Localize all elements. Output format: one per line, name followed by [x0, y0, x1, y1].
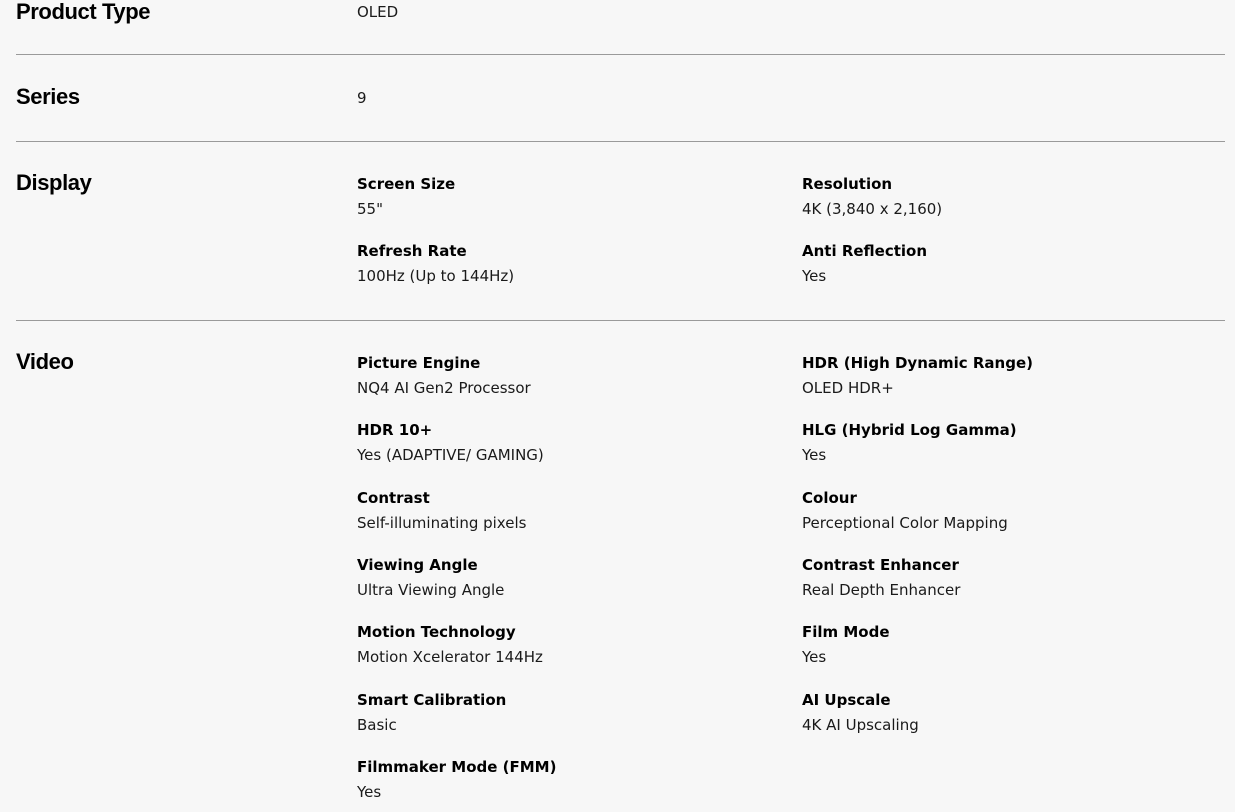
spec-label: HDR (High Dynamic Range): [802, 354, 1033, 372]
section-title: Product Type: [16, 0, 151, 24]
spec-value: 55": [357, 200, 383, 218]
spec-item-picture-engine: Picture Engine NQ4 AI Gen2 Processor: [357, 354, 777, 397]
section-title: Series: [16, 84, 80, 109]
spec-value: Ultra Viewing Angle: [357, 581, 505, 599]
spec-value: Yes: [802, 267, 827, 285]
spec-label: Motion Technology: [357, 623, 516, 641]
spec-label: HLG (Hybrid Log Gamma): [802, 421, 1017, 439]
section-divider: [16, 320, 1225, 321]
spec-label: Anti Reflection: [802, 242, 928, 260]
spec-item-film-mode: Film Mode Yes: [802, 623, 1222, 666]
spec-value: 100Hz (Up to 144Hz): [357, 267, 515, 285]
spec-label: Resolution: [802, 175, 893, 193]
section-divider: [16, 54, 1225, 55]
spec-label: Colour: [802, 489, 857, 507]
product-type-value: OLED: [357, 3, 399, 21]
spec-label: Contrast Enhancer: [802, 556, 959, 574]
spec-label: Smart Calibration: [357, 691, 507, 709]
spec-value: 4K AI Upscaling: [802, 716, 919, 734]
spec-item-contrast: Contrast Self-illuminating pixels: [357, 489, 777, 532]
section-title: Video: [16, 349, 74, 374]
spec-value: Yes (ADAPTIVE/ GAMING): [357, 446, 544, 464]
spec-item-hlg: HLG (Hybrid Log Gamma) Yes: [802, 421, 1222, 464]
spec-item-resolution: Resolution 4K (3,840 x 2,160): [802, 175, 1222, 218]
spec-value: Yes: [357, 783, 382, 801]
spec-item-smart-calibration: Smart Calibration Basic: [357, 691, 777, 734]
spec-value: NQ4 AI Gen2 Processor: [357, 379, 531, 397]
spec-item-filmmaker-mode: Filmmaker Mode (FMM) Yes: [357, 758, 777, 801]
section-title: Display: [16, 170, 92, 195]
spec-value: 4K (3,840 x 2,160): [802, 200, 943, 218]
spec-item-refresh-rate: Refresh Rate 100Hz (Up to 144Hz): [357, 242, 777, 285]
spec-item-contrast-enhancer: Contrast Enhancer Real Depth Enhancer: [802, 556, 1222, 599]
spec-value: Yes: [802, 648, 827, 666]
spec-label: Picture Engine: [357, 354, 481, 372]
spec-label: AI Upscale: [802, 691, 891, 709]
spec-item-ai-upscale: AI Upscale 4K AI Upscaling: [802, 691, 1222, 734]
spec-item-viewing-angle: Viewing Angle Ultra Viewing Angle: [357, 556, 777, 599]
spec-value: Motion Xcelerator 144Hz: [357, 648, 543, 666]
spec-value: Perceptional Color Mapping: [802, 514, 1008, 532]
spec-item-hdr: HDR (High Dynamic Range) OLED HDR+: [802, 354, 1222, 397]
spec-value: Self-illuminating pixels: [357, 514, 527, 532]
spec-label: Viewing Angle: [357, 556, 478, 574]
spec-item-hdr10-plus: HDR 10+ Yes (ADAPTIVE/ GAMING): [357, 421, 777, 464]
spec-item-screen-size: Screen Size 55": [357, 175, 777, 218]
section-divider: [16, 141, 1225, 142]
spec-label: Contrast: [357, 489, 430, 507]
spec-label: Screen Size: [357, 175, 456, 193]
spec-value: Basic: [357, 716, 397, 734]
spec-item-colour: Colour Perceptional Color Mapping: [802, 489, 1222, 532]
spec-label: Filmmaker Mode (FMM): [357, 758, 557, 776]
spec-value: Yes: [802, 446, 827, 464]
spec-label: Film Mode: [802, 623, 890, 641]
spec-item-motion-technology: Motion Technology Motion Xcelerator 144H…: [357, 623, 777, 666]
spec-item-anti-reflection: Anti Reflection Yes: [802, 242, 1222, 285]
spec-label: HDR 10+: [357, 421, 433, 439]
spec-value: Real Depth Enhancer: [802, 581, 961, 599]
series-value: 9: [357, 89, 367, 107]
spec-label: Refresh Rate: [357, 242, 467, 260]
spec-value: OLED HDR+: [802, 379, 894, 397]
